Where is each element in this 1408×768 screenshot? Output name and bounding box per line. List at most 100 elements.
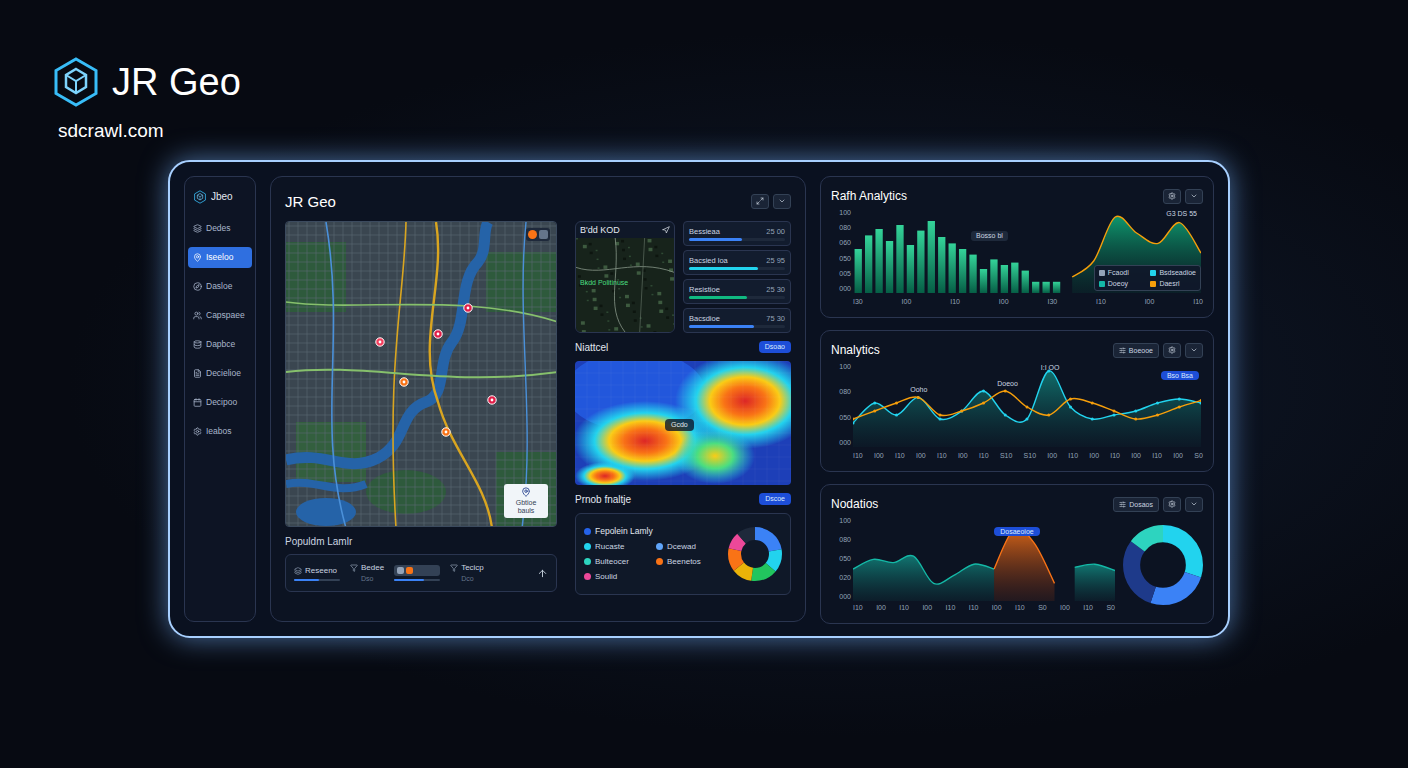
map-pin-icon[interactable] [464, 304, 472, 312]
donut-segment [735, 534, 776, 575]
map-control[interactable]: BedeeDso [350, 563, 384, 583]
city-map[interactable] [286, 222, 557, 527]
map-tools [526, 228, 550, 241]
map-info-icon [521, 487, 531, 497]
breakdown-header-badge: Dscoe [759, 493, 791, 505]
map-control[interactable] [394, 565, 440, 581]
card-menu-button[interactable] [1185, 497, 1203, 512]
sidebar-item[interactable]: Decipoo [188, 392, 252, 413]
map-control[interactable]: TecicpDco [450, 563, 484, 583]
donut-segment [1132, 534, 1195, 597]
legend-item: Dcewad [656, 541, 722, 552]
bar [1011, 263, 1018, 293]
line-chart-header: NnalyticsBoeooe [831, 341, 1203, 359]
bar [1053, 282, 1060, 293]
map-control[interactable]: Reseeno [294, 566, 340, 581]
map-column: Gbtioe bauls Populdm Lamlr Reseeno BedeeDso… [285, 221, 557, 607]
map-pin-icon[interactable] [376, 338, 384, 346]
sidebar-item[interactable]: Dedes [188, 218, 252, 239]
sidebar-header: Jbeo [188, 189, 252, 204]
sidebar-item-label: Dedes [206, 223, 231, 234]
bar [990, 259, 997, 293]
geo-card-header: JR Geo [285, 191, 791, 211]
legend-item: Bulteocer [584, 556, 650, 567]
sidebar-item[interactable]: Dapbce [188, 334, 252, 355]
brand: JR Geosdcrawl.com [0, 0, 1408, 142]
legend-item: Doeoy [1099, 279, 1145, 288]
heatmap-card[interactable]: Gcdo [575, 361, 791, 485]
sidebar-item-icon [193, 224, 202, 233]
bar [886, 241, 893, 293]
y-axis: 100080060050005000 [831, 209, 851, 293]
bar [959, 249, 966, 293]
map-footer-title: Populdm Lamlr [285, 535, 557, 548]
card-filter-button[interactable]: Boeooe [1113, 343, 1159, 358]
map-view[interactable]: Gbtioe bauls [285, 221, 557, 527]
sidebar-item[interactable]: Iseeloo [188, 247, 252, 268]
card-menu-button[interactable] [1185, 343, 1203, 358]
map-pin-icon[interactable] [442, 428, 450, 436]
line-annotation: I:I OO [1041, 363, 1060, 372]
map-pin-icon[interactable] [488, 396, 496, 404]
stat-item[interactable]: Bacsdioe75 30 [683, 308, 791, 333]
card-settings-button[interactable] [1163, 497, 1181, 512]
bar [949, 243, 956, 293]
map-footer: Populdm Lamlr Reseeno BedeeDso TecicpDco [285, 535, 557, 592]
line-chart [853, 363, 1201, 447]
bar [907, 245, 914, 293]
map-pin-icon[interactable] [434, 330, 442, 338]
brand-name: JR Geo [112, 60, 241, 104]
bar-chart-card: Rafh Analytics100080060050005000Bosso bl… [820, 176, 1214, 318]
breakdown-header: Prnob fnaltjeDscoe [575, 491, 791, 507]
page: JR Geosdcrawl.com Jbeo Dedes Iseeloo Dasloe C… [0, 0, 1408, 768]
x-axis: I10I00I10I00I10I00I10S10S10I00I10I00I10I… [831, 451, 1203, 461]
stat-item[interactable]: Bacsied loa25 95 [683, 250, 791, 275]
logo-icon [50, 56, 102, 108]
sidebar-item-label: Ieabos [206, 426, 232, 437]
donut-segment [735, 534, 776, 575]
legend-item: Soulid [584, 571, 650, 582]
map-tool-icon[interactable] [528, 230, 537, 239]
card-filter-button[interactable]: Dosaos [1113, 497, 1159, 512]
stat-item[interactable]: Resistioe25 30 [683, 279, 791, 304]
map-info-card[interactable]: Gbtioe bauls [504, 484, 548, 518]
sidebar-item[interactable]: Decielioe [188, 363, 252, 384]
sidebar-item-label: Iseeloo [206, 252, 233, 263]
sidebar-item-label: Dasloe [206, 281, 232, 292]
legend-item: Daesrl [1150, 279, 1196, 288]
donut-segment [1132, 534, 1195, 597]
line-chart-card: NnalyticsBoeooe100080050000OohoDoeooI:I … [820, 330, 1214, 472]
sidebar-item-label: Decielioe [206, 368, 241, 379]
donut-segment [735, 534, 776, 575]
stat-item[interactable]: Bessieaa25 00 [683, 221, 791, 246]
y-axis: 100080050000 [831, 363, 851, 447]
bar-chart-legend: FcaodlBsdseadioeDoeoyDaesrl [1094, 265, 1201, 291]
line-series [853, 370, 1201, 448]
donut-segment [735, 534, 776, 575]
x-axis: I10I00I10I00I10I10I00I10S0I00I10S0 [831, 603, 1115, 613]
satellite-card[interactable]: B'dd KODBkdd Politinuse [575, 221, 675, 333]
bar [938, 237, 945, 293]
sidebar-item[interactable]: Capspaee [188, 305, 252, 326]
map-tool-icon[interactable] [539, 230, 548, 239]
donut-segment [735, 534, 776, 575]
dashboard-panel: Jbeo Dedes Iseeloo Dasloe Capspaee Dapbce Deci… [168, 160, 1230, 638]
navigation-icon [662, 226, 670, 234]
menu-button[interactable] [773, 194, 791, 209]
card-settings-button[interactable] [1163, 189, 1181, 204]
card-menu-button[interactable] [1185, 189, 1203, 204]
card-settings-button[interactable] [1163, 343, 1181, 358]
expand-button[interactable] [751, 194, 769, 209]
map-pin-icon[interactable] [400, 378, 408, 386]
bar [928, 221, 935, 293]
arrow-up-icon[interactable] [537, 568, 548, 579]
breakdown-card: Fepolein LamlyRucasteDcewadBulteocerBeen… [575, 513, 791, 595]
area-chart [853, 517, 1115, 601]
sidebar-item-icon [193, 427, 202, 436]
overview-row: B'dd KODBkdd Politinuse Bessieaa25 00 Bacs… [575, 221, 791, 333]
legend-title: Fepolein Lamly [584, 526, 722, 537]
line-annotation: Ooho [910, 385, 927, 394]
sidebar-item[interactable]: Ieabos [188, 421, 252, 442]
sidebar-item[interactable]: Dasloe [188, 276, 252, 297]
bar [1032, 282, 1039, 293]
